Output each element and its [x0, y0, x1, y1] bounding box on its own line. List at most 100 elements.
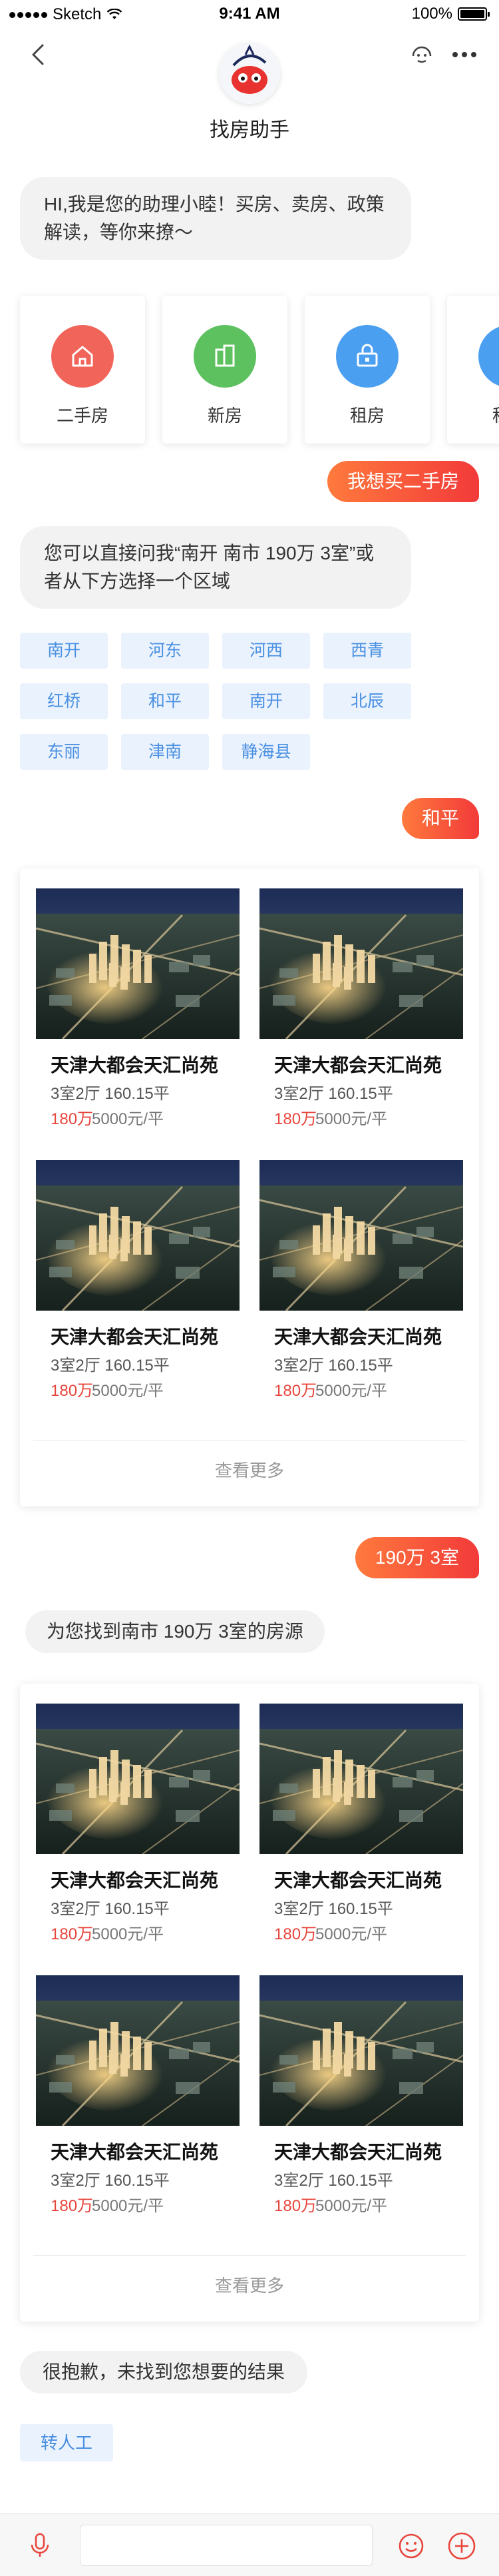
listing-price: 180万 [51, 1110, 94, 1128]
battery-icon [458, 7, 490, 21]
district-chip[interactable]: 东丽 [20, 734, 108, 770]
assistant-sorry-bubble: 很抱歉，未找到您想要的结果 [20, 2351, 308, 2394]
district-chip[interactable]: 红桥 [20, 683, 108, 719]
input-bar [0, 2513, 499, 2576]
listing-spec: 3室2厅 160.15平 [51, 1085, 170, 1103]
district-chip[interactable]: 南开 [20, 633, 108, 669]
category-card-second-hand[interactable]: 二手房 [20, 296, 145, 444]
assistant-avatar [219, 43, 280, 104]
category-icon-circle [51, 325, 114, 388]
listing-name: 天津大都会天汇尚苑 [51, 1327, 219, 1347]
battery-percent: 100% [411, 5, 452, 23]
category-card-new-home[interactable]: 新房 [162, 296, 287, 444]
listing-name: 天津大都会天汇尚苑 [274, 2142, 442, 2162]
status-bar: Sketch 9:41 AM 100% [0, 0, 499, 27]
emoji-icon[interactable] [398, 2533, 424, 2559]
listing-card[interactable]: 天津大都会天汇尚苑 3室2厅 160.15平 180万 5000元/平 [259, 1704, 463, 1943]
view-more-link[interactable]: 查看更多 [20, 1457, 479, 1482]
district-chip[interactable]: 和平 [121, 683, 209, 719]
listing-unit-price: 5000元/平 [315, 1110, 388, 1128]
listing-card[interactable]: 天津大都会天汇尚苑 3室2厅 160.15平 180万 5000元/平 [259, 1160, 463, 1400]
listing-spec: 3室2厅 160.15平 [274, 1357, 393, 1375]
listing-card[interactable]: 天津大都会天汇尚苑 3室2厅 160.15平 180万 5000元/平 [36, 1975, 240, 2215]
listing-unit-price: 5000元/平 [315, 2197, 388, 2215]
listing-card[interactable]: 天津大都会天汇尚苑 3室2厅 160.15平 180万 5000元/平 [259, 1975, 463, 2215]
listing-price: 180万 [51, 2197, 94, 2215]
home-icon [72, 346, 93, 367]
key-icon [496, 343, 499, 370]
listing-panel: 天津大都会天汇尚苑 3室2厅 160.15平 180万 5000元/平 天津大都… [20, 868, 479, 1506]
user-message-bubble: 和平 [401, 798, 479, 839]
listing-card[interactable]: 天津大都会天汇尚苑 3室2厅 160.15平 180万 5000元/平 [36, 1160, 240, 1400]
listing-photo [36, 1975, 240, 2126]
more-menu-icon[interactable] [452, 43, 482, 67]
user-message-bubble: 190万 3室 [355, 1537, 479, 1578]
category-icon-circle [336, 325, 399, 388]
category-card-rent-2[interactable]: 租房 [447, 296, 499, 444]
page-title: 找房助手 [210, 119, 289, 141]
category-icon-circle [194, 325, 256, 388]
listing-unit-price: 5000元/平 [92, 1110, 164, 1128]
listing-photo [259, 888, 463, 1039]
listing-photo [259, 1704, 463, 1854]
listing-photo [36, 1704, 240, 1854]
listing-spec: 3室2厅 160.15平 [51, 2172, 170, 2190]
listing-card[interactable]: 天津大都会天汇尚苑 3室2厅 160.15平 180万 5000元/平 [36, 888, 240, 1128]
transfer-to-human-button[interactable]: 转人工 [20, 2424, 113, 2461]
listing-photo [259, 1160, 463, 1311]
category-icon-circle [478, 325, 499, 388]
customer-service-icon[interactable] [409, 41, 435, 68]
listing-unit-price: 5000元/平 [92, 2197, 164, 2215]
listing-name: 天津大都会天汇尚苑 [51, 2142, 219, 2162]
category-label: 租房 [349, 406, 385, 426]
listing-panel: 天津大都会天汇尚苑 3室2厅 160.15平 180万 5000元/平 天津大都… [20, 1684, 479, 2322]
district-chip[interactable]: 河东 [121, 633, 209, 669]
listing-price: 180万 [51, 1925, 94, 1943]
divider [33, 2255, 466, 2256]
building-icon [215, 344, 235, 367]
listing-unit-price: 5000元/平 [92, 1382, 164, 1400]
listing-card[interactable]: 天津大都会天汇尚苑 3室2厅 160.15平 180万 5000元/平 [36, 1704, 240, 1943]
listing-spec: 3室2厅 160.15平 [51, 1900, 170, 1918]
microphone-icon[interactable] [29, 2533, 51, 2558]
listing-name: 天津大都会天汇尚苑 [51, 1870, 219, 1891]
district-chip[interactable]: 西青 [323, 633, 411, 669]
listing-name: 天津大都会天汇尚苑 [274, 1055, 442, 1076]
district-chip[interactable]: 静海县 [222, 734, 310, 770]
listing-spec: 3室2厅 160.15平 [274, 1085, 393, 1103]
back-arrow-icon[interactable] [27, 41, 53, 68]
listing-photo [36, 1160, 240, 1311]
listing-unit-price: 5000元/平 [315, 1925, 388, 1943]
listing-price: 180万 [274, 1382, 317, 1400]
assistant-greeting-bubble: HI,我是您的助理小睦！买房、卖房、政策解读，等你来撩～ [20, 177, 411, 260]
listing-price: 180万 [274, 1925, 317, 1943]
district-chip[interactable]: 南开 [222, 683, 310, 719]
app-screen: Sketch 9:41 AM 100% 找房助手 HI,我是您的助理小睦！买房、… [0, 0, 499, 2576]
category-carousel[interactable]: 二手房 新房 租房 [0, 296, 499, 449]
add-icon[interactable] [447, 2531, 476, 2561]
assistant-result-bubble: 为您找到南市 190万 3室的房源 [25, 1610, 325, 1653]
category-label: 二手房 [56, 406, 108, 426]
listing-name: 天津大都会天汇尚苑 [274, 1327, 442, 1347]
key-icon [357, 344, 378, 367]
listing-photo [36, 888, 240, 1039]
listing-spec: 3室2厅 160.15平 [274, 1900, 393, 1918]
view-more-link[interactable]: 查看更多 [20, 2272, 479, 2297]
listing-card[interactable]: 天津大都会天汇尚苑 3室2厅 160.15平 180万 5000元/平 [259, 888, 463, 1128]
category-card-rent[interactable]: 租房 [305, 296, 430, 444]
listing-price: 180万 [274, 1110, 317, 1128]
listing-spec: 3室2厅 160.15平 [274, 2172, 393, 2190]
district-chip[interactable]: 津南 [121, 734, 209, 770]
assistant-prompt-bubble: 您可以直接问我“南开 南市 190万 3室”或者从下方选择一个区域 [20, 526, 411, 609]
district-chip[interactable]: 河西 [222, 633, 310, 669]
district-chip[interactable]: 北辰 [323, 683, 411, 719]
category-label: 租房 [447, 402, 499, 427]
listing-price: 180万 [51, 1382, 94, 1400]
category-label: 新房 [207, 406, 242, 426]
divider [33, 1440, 466, 1441]
message-input[interactable] [80, 2525, 373, 2566]
listing-unit-price: 5000元/平 [315, 1382, 388, 1400]
user-message-bubble: 我想买二手房 [327, 461, 479, 502]
battery-group: 100% [411, 5, 490, 23]
listing-photo [259, 1975, 463, 2126]
